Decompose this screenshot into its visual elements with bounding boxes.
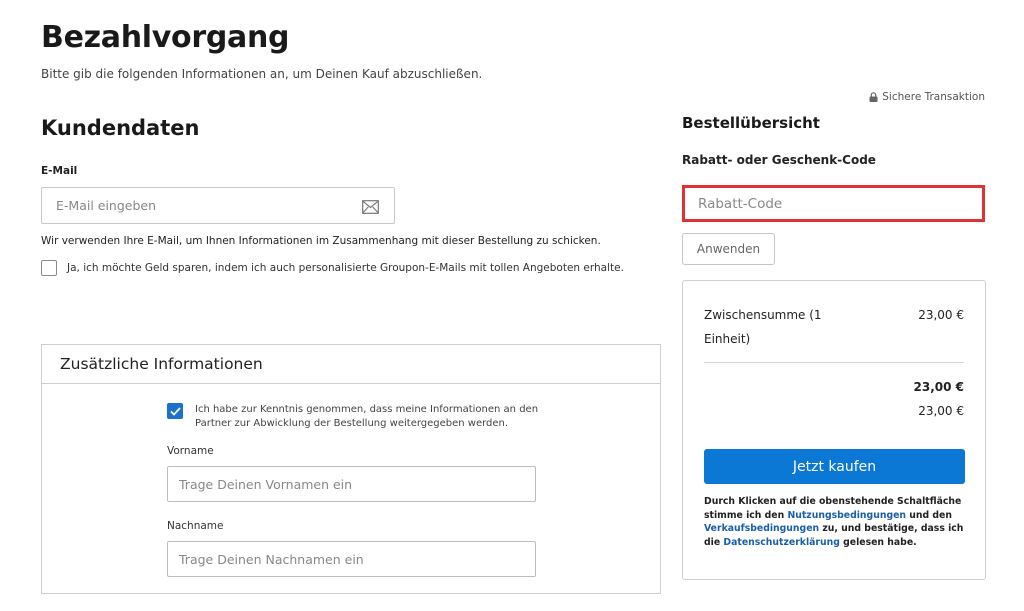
checkmark-icon bbox=[169, 406, 181, 416]
customer-section-title: Kundendaten bbox=[41, 116, 200, 140]
terms-text-4: gelesen habe. bbox=[839, 536, 917, 548]
terms-text-2: und den bbox=[906, 509, 952, 521]
terms-notice: Durch Klicken auf die obenstehende Schal… bbox=[704, 495, 966, 549]
page-subtitle: Bitte gib die folgenden Informationen an… bbox=[41, 67, 483, 81]
lock-icon bbox=[869, 92, 878, 102]
total-row-secondary: 23,00 € bbox=[704, 404, 964, 418]
order-summary-title: Bestellübersicht bbox=[682, 114, 820, 132]
privacy-policy-link[interactable]: Datenschutzerklärung bbox=[723, 537, 840, 548]
newsletter-checkbox[interactable] bbox=[41, 260, 57, 276]
apply-coupon-button[interactable]: Anwenden bbox=[682, 233, 775, 265]
email-label: E-Mail bbox=[41, 165, 78, 177]
summary-divider bbox=[704, 362, 964, 363]
consent-option: Ich habe zur Kenntnis genommen, dass mei… bbox=[167, 403, 555, 431]
total-row: 23,00 € bbox=[704, 380, 964, 394]
additional-info-panel: Zusätzliche Informationen Ich habe zur K… bbox=[41, 344, 661, 594]
total-value-secondary: 23,00 € bbox=[918, 404, 964, 418]
last-name-field[interactable] bbox=[167, 541, 536, 577]
newsletter-label: Ja, ich möchte Geld sparen, indem ich au… bbox=[67, 262, 624, 274]
coupon-code-field[interactable] bbox=[682, 185, 985, 222]
additional-info-title: Zusätzliche Informationen bbox=[42, 345, 660, 384]
first-name-field[interactable] bbox=[167, 466, 536, 502]
secure-transaction-label: Sichere Transaktion bbox=[882, 91, 985, 103]
mail-icon bbox=[362, 199, 379, 218]
total-value: 23,00 € bbox=[913, 380, 964, 394]
email-field[interactable] bbox=[42, 188, 352, 223]
email-field-wrapper bbox=[41, 187, 395, 224]
terms-of-sale-link[interactable]: Verkaufsbedingungen bbox=[704, 523, 819, 534]
coupon-label: Rabatt- oder Geschenk-Code bbox=[682, 153, 876, 167]
email-note: Wir verwenden Ihre E-Mail, um Ihnen Info… bbox=[41, 235, 601, 247]
subtotal-row: Zwischensumme (1 Einheit) 23,00 € bbox=[704, 303, 964, 351]
newsletter-option: Ja, ich möchte Geld sparen, indem ich au… bbox=[41, 260, 624, 276]
first-name-label: Vorname bbox=[167, 445, 214, 457]
buy-now-button[interactable]: Jetzt kaufen bbox=[704, 449, 965, 484]
consent-label: Ich habe zur Kenntnis genommen, dass mei… bbox=[195, 404, 539, 429]
consent-checkbox[interactable] bbox=[167, 403, 183, 419]
page-title: Bezahlvorgang bbox=[41, 20, 290, 55]
order-summary-panel: Zwischensumme (1 Einheit) 23,00 € 23,00 … bbox=[682, 280, 986, 580]
subtotal-label: Zwischensumme (1 Einheit) bbox=[704, 308, 822, 346]
secure-transaction-badge: Sichere Transaktion bbox=[869, 91, 985, 103]
last-name-label: Nachname bbox=[167, 520, 224, 532]
subtotal-value: 23,00 € bbox=[918, 308, 964, 322]
terms-of-use-link[interactable]: Nutzungsbedingungen bbox=[787, 510, 906, 521]
